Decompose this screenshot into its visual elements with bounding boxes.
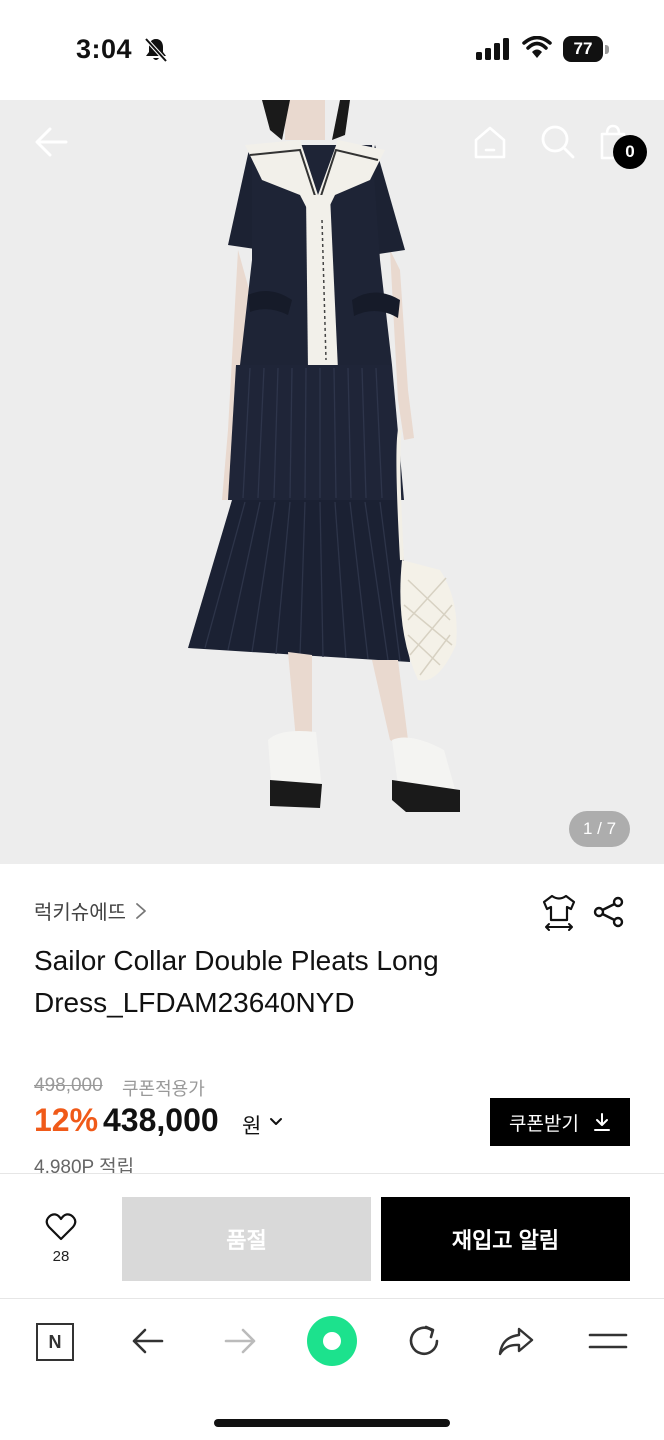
- back-arrow-icon[interactable]: [128, 1321, 168, 1361]
- menu-icon[interactable]: [588, 1321, 628, 1361]
- heart-icon: [45, 1213, 77, 1241]
- product-title: Sailor Collar Double Pleats Long Dress_L…: [34, 945, 439, 1018]
- image-counter: 1 / 7: [569, 811, 630, 847]
- discount-rate: 12%: [34, 1102, 99, 1138]
- battery-icon: 77: [563, 36, 609, 62]
- wifi-icon: [522, 36, 552, 58]
- cart-count-badge: 0: [613, 135, 647, 169]
- signal-icon: [476, 38, 509, 60]
- search-icon[interactable]: [536, 120, 580, 164]
- home-icon[interactable]: [468, 120, 512, 164]
- forward-arrow-icon[interactable]: [220, 1321, 260, 1361]
- back-arrow-icon[interactable]: [30, 120, 74, 164]
- get-coupon-label: 쿠폰받기: [509, 1113, 579, 1135]
- chevron-down-icon[interactable]: [268, 1114, 284, 1130]
- product-image-gallery[interactable]: 0 1 / 7: [0, 100, 664, 864]
- wishlist-count: 28: [52, 1248, 70, 1265]
- sale-price: 438,000: [103, 1102, 219, 1138]
- get-coupon-button[interactable]: 쿠폰받기: [490, 1098, 630, 1146]
- size-guide-icon[interactable]: [540, 892, 578, 932]
- purchase-bar: 28 품절 재입고 알림: [0, 1173, 664, 1298]
- green-dot-icon[interactable]: [307, 1316, 357, 1366]
- brand-link[interactable]: 럭키슈에뜨: [34, 896, 148, 925]
- status-time: 3:04: [76, 34, 133, 64]
- reward-points: 4,980P 적립: [34, 1157, 135, 1173]
- coupon-applied-label: 쿠폰적용가: [122, 1079, 205, 1099]
- chevron-right-icon: [136, 902, 146, 919]
- restock-alert-button[interactable]: 재입고 알림: [381, 1197, 630, 1281]
- status-bar: 3:04 77: [0, 0, 664, 100]
- wishlist-button[interactable]: 28: [38, 1212, 84, 1272]
- sold-out-button[interactable]: 품절: [122, 1197, 371, 1281]
- share-arrow-icon[interactable]: [496, 1321, 536, 1361]
- browser-toolbar: N: [0, 1298, 664, 1440]
- reload-icon[interactable]: [404, 1321, 444, 1361]
- currency-label: 원: [242, 1115, 262, 1138]
- n-logo-icon[interactable]: N: [36, 1323, 74, 1361]
- share-icon[interactable]: [592, 895, 626, 929]
- download-icon: [593, 1113, 610, 1131]
- product-photo: [0, 100, 664, 864]
- home-indicator: [214, 1419, 450, 1427]
- brand-name: 럭키슈에뜨: [34, 902, 126, 924]
- original-price: 498,000: [34, 1075, 103, 1096]
- battery-level: 77: [563, 36, 603, 62]
- bell-slash-icon: [144, 37, 168, 63]
